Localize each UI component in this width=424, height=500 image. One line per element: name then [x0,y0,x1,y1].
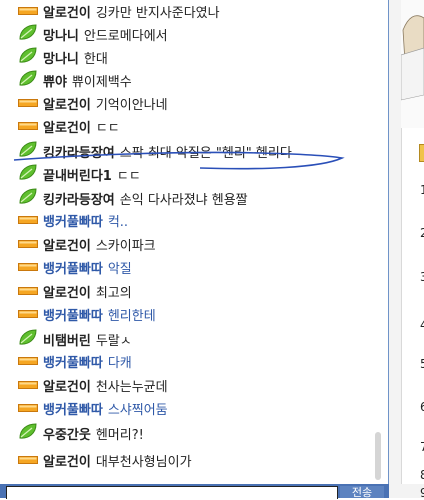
banner-image [400,0,424,128]
chat-nickname[interactable]: 비탬버린 [43,334,91,349]
chat-message-row: 알로건이 천사는누균데 [18,376,168,399]
chat-message-text: 헨리한테 [107,309,156,324]
orange-bar-icon [18,399,38,422]
chat-message-text: 천사는누균데 [95,380,168,395]
chat-nickname[interactable]: 알로건이 [43,380,91,395]
chat-nickname[interactable]: 뱅커풀빠따 [43,309,103,324]
chat-message-text: 헨머리?! [95,428,144,443]
hand-drawn-underline [13,151,345,170]
chat-message-row: 뱅커풀빠따 스샤찍어둠 [18,399,168,422]
side-panel-number: 8 [420,468,424,482]
green-leaf-icon [18,329,38,354]
orange-bar-icon [18,451,38,474]
chat-nickname[interactable]: 뱅커풀빠따 [43,262,103,277]
orange-bar-icon [18,258,38,281]
chat-message-row: 알로건이 스카이파크 [18,235,156,258]
chat-message-text: 대부천사형님이가 [95,455,192,470]
chat-message-row: 뱅커풀빠따 다캐 [18,352,132,375]
chat-message-row: 뱅커풀빠따 악질 [18,258,132,281]
chat-message-text: 스카이파크 [95,239,156,254]
side-panel-number: 4 [420,318,424,332]
side-panel-number: 2 [420,226,424,240]
chat-message-text: 다캐 [107,356,132,371]
orange-bar-icon [18,235,38,258]
side-panel-number: 7 [420,440,424,454]
orange-bar-icon [18,352,38,375]
chat-message-row: 우중간웃 헨머리?! [18,423,144,446]
chat-message-text: 악질 [107,262,132,277]
chat-nickname[interactable]: 뱅커풀빠따 [43,403,103,418]
chat-message-row: 뱅커풀빠따 컥.. [18,211,128,234]
chat-message-text: 최고의 [95,286,132,301]
orange-bar-icon [18,211,38,234]
side-panel-number: 1 [420,183,424,197]
chat-nickname[interactable]: 알로건이 [43,286,91,301]
chat-pane: 알로건이 깅카만 반지사준다였나 망나니 안드로메다에서 망나니 한대 쀼야 쀼이제백수 알로건… [0,0,389,484]
chat-message-row: 알로건이 대부천사형님이가 [18,451,192,474]
chat-nickname[interactable]: 알로건이 [43,239,91,254]
orange-bar-icon [18,282,38,305]
orange-bar-icon [18,376,38,399]
scrollbar-thumb[interactable] [375,432,381,480]
chat-message-text: 두랄ㅅ [95,334,132,349]
chat-nickname[interactable]: 뱅커풀빠따 [43,215,103,230]
character-illustration [400,0,424,128]
side-panel-number: 5 [420,357,424,371]
side-panel: 123456789 [389,0,424,500]
chat-message-row: 알로건이 최고의 [18,282,132,305]
chat-message-row: 뱅커풀빠따 헨리한테 [18,305,156,328]
orange-bar-icon [18,305,38,328]
side-panel-box [401,128,424,484]
chat-nickname[interactable]: 알로건이 [43,455,91,470]
chat-input[interactable] [6,486,338,499]
green-leaf-icon [18,423,38,448]
chat-nickname[interactable]: 우중간웃 [43,428,91,443]
chat-scrollbar[interactable] [371,0,387,484]
chat-message-text: 스샤찍어둠 [107,403,168,418]
send-button[interactable]: 전송 [340,486,384,498]
side-panel-number: 6 [420,400,424,414]
chat-message-row: 비탬버린 두랄ㅅ [18,329,132,352]
side-panel-number: 3 [420,270,424,284]
chat-message-text: 컥.. [107,215,129,230]
chat-nickname[interactable]: 뱅커풀빠따 [43,356,103,371]
side-square-icon [419,144,424,162]
